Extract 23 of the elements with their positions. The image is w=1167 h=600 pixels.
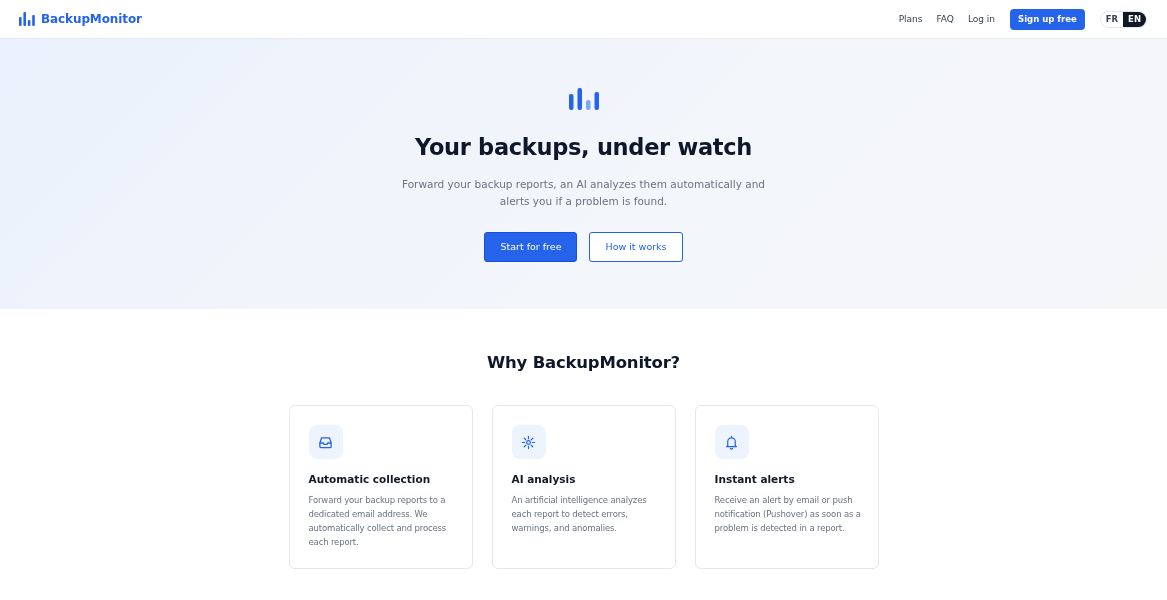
hero-subtitle: Forward your backup reports, an AI analyzes them automatically and alerts you if a problem is found. <box>401 177 766 209</box>
bar-chart-icon <box>19 12 35 26</box>
sun-icon <box>511 425 546 459</box>
card-description: Forward your backup reports to a dedicated email address. We automatically collect and process each report. <box>308 494 448 549</box>
card-title: AI analysis <box>511 472 577 487</box>
card-title: Automatic collection <box>308 472 432 487</box>
nav-link[interactable]: FAQ <box>936 14 954 24</box>
language-option[interactable]: EN <box>1123 11 1146 27</box>
start-button[interactable]: Start for free <box>484 232 578 262</box>
nav-link[interactable]: Plans <box>898 14 923 24</box>
nav-link[interactable]: Log in <box>967 14 996 24</box>
card-description: An artificial intelligence analyzes each report to detect errors, warnings, and anomalies. <box>511 494 648 535</box>
signup-button[interactable]: Sign up free <box>1010 8 1085 30</box>
logo-link[interactable]: BackupMonitor <box>19 12 142 26</box>
card-description: Receive an alert by email or push notification (Pushover) as soon as a problem is detected in a report. <box>714 494 862 535</box>
bell-icon <box>714 425 749 459</box>
language-option[interactable]: FR <box>1100 11 1124 27</box>
section-heading: Why BackupMonitor? <box>487 352 680 374</box>
bar-chart-icon <box>568 88 599 110</box>
card-title: Instant alerts <box>714 472 796 487</box>
how-it-works-button[interactable]: How it works <box>589 232 683 262</box>
inbox-icon <box>308 425 343 459</box>
hero-heading: Your backups, under watch <box>414 133 752 161</box>
